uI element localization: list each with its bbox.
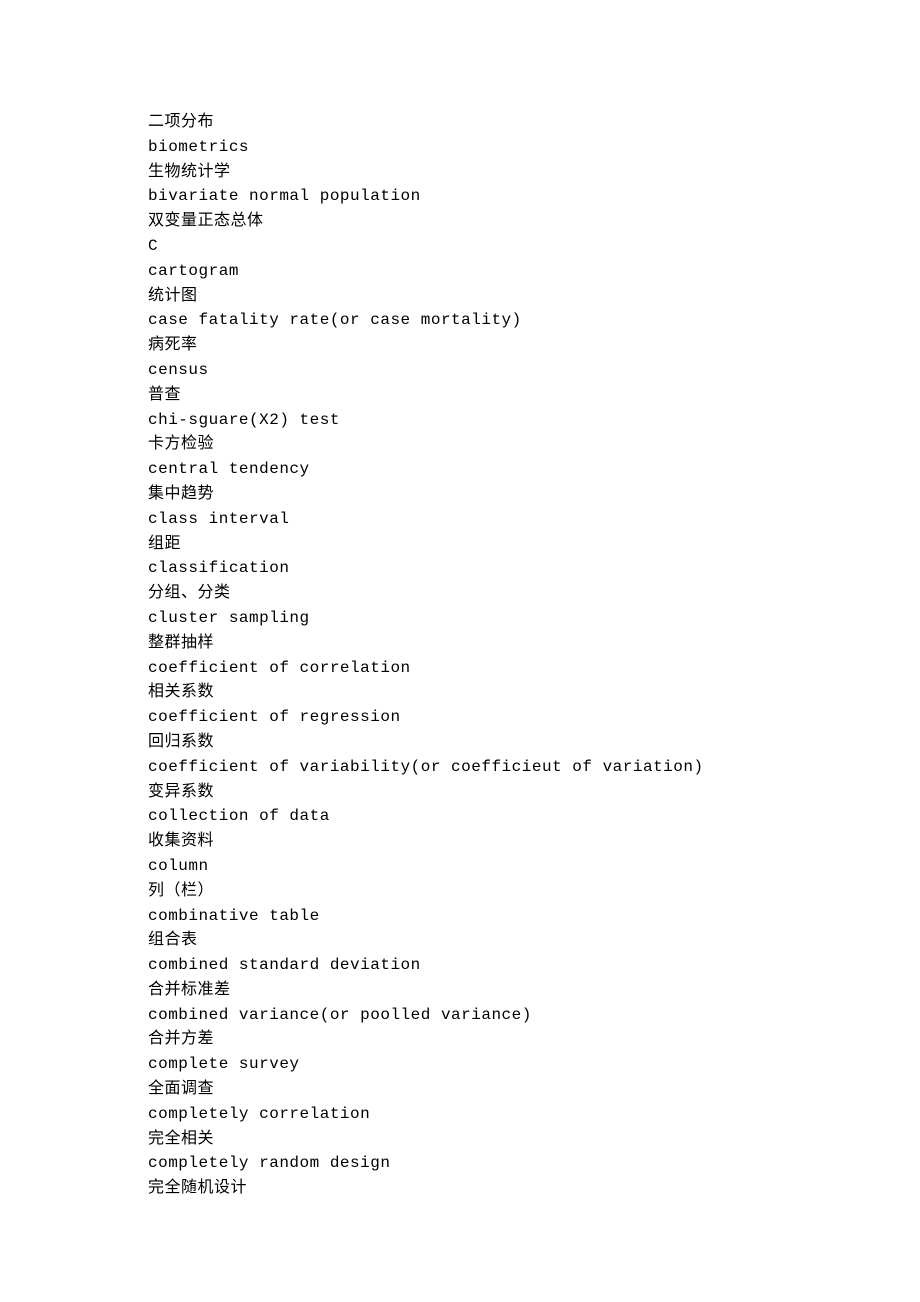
text-line: cartogram bbox=[148, 259, 920, 284]
text-line: C bbox=[148, 234, 920, 259]
text-line: 列（栏） bbox=[148, 879, 920, 904]
text-line: 分组、分类 bbox=[148, 581, 920, 606]
text-line: chi-sguare(X2) test bbox=[148, 408, 920, 433]
text-line: column bbox=[148, 854, 920, 879]
text-line: coefficient of variability(or coefficieu… bbox=[148, 755, 920, 780]
text-line: class interval bbox=[148, 507, 920, 532]
text-line: 合并标准差 bbox=[148, 978, 920, 1003]
text-line: case fatality rate(or case mortality) bbox=[148, 308, 920, 333]
text-line: 相关系数 bbox=[148, 680, 920, 705]
text-line: 二项分布 bbox=[148, 110, 920, 135]
text-line: 卡方检验 bbox=[148, 432, 920, 457]
text-line: completely random design bbox=[148, 1151, 920, 1176]
text-line: cluster sampling bbox=[148, 606, 920, 631]
text-line: 全面调查 bbox=[148, 1077, 920, 1102]
text-line: 回归系数 bbox=[148, 730, 920, 755]
text-line: census bbox=[148, 358, 920, 383]
text-line: completely correlation bbox=[148, 1102, 920, 1127]
text-line: 完全随机设计 bbox=[148, 1176, 920, 1201]
text-line: combined variance(or poolled variance) bbox=[148, 1003, 920, 1028]
text-line: coefficient of regression bbox=[148, 705, 920, 730]
text-line: collection of data bbox=[148, 804, 920, 829]
document-body: 二项分布biometrics生物统计学bivariate normal popu… bbox=[148, 110, 920, 1201]
text-line: complete survey bbox=[148, 1052, 920, 1077]
text-line: 普查 bbox=[148, 383, 920, 408]
text-line: 合并方差 bbox=[148, 1027, 920, 1052]
text-line: 完全相关 bbox=[148, 1127, 920, 1152]
text-line: 整群抽样 bbox=[148, 631, 920, 656]
text-line: 组距 bbox=[148, 532, 920, 557]
text-line: 变异系数 bbox=[148, 780, 920, 805]
text-line: bivariate normal population bbox=[148, 184, 920, 209]
text-line: 收集资料 bbox=[148, 829, 920, 854]
text-line: combinative table bbox=[148, 904, 920, 929]
text-line: classification bbox=[148, 556, 920, 581]
text-line: combined standard deviation bbox=[148, 953, 920, 978]
text-line: 病死率 bbox=[148, 333, 920, 358]
text-line: central tendency bbox=[148, 457, 920, 482]
text-line: biometrics bbox=[148, 135, 920, 160]
text-line: 统计图 bbox=[148, 284, 920, 309]
text-line: coefficient of correlation bbox=[148, 656, 920, 681]
text-line: 生物统计学 bbox=[148, 160, 920, 185]
text-line: 双变量正态总体 bbox=[148, 209, 920, 234]
text-line: 集中趋势 bbox=[148, 482, 920, 507]
text-line: 组合表 bbox=[148, 928, 920, 953]
